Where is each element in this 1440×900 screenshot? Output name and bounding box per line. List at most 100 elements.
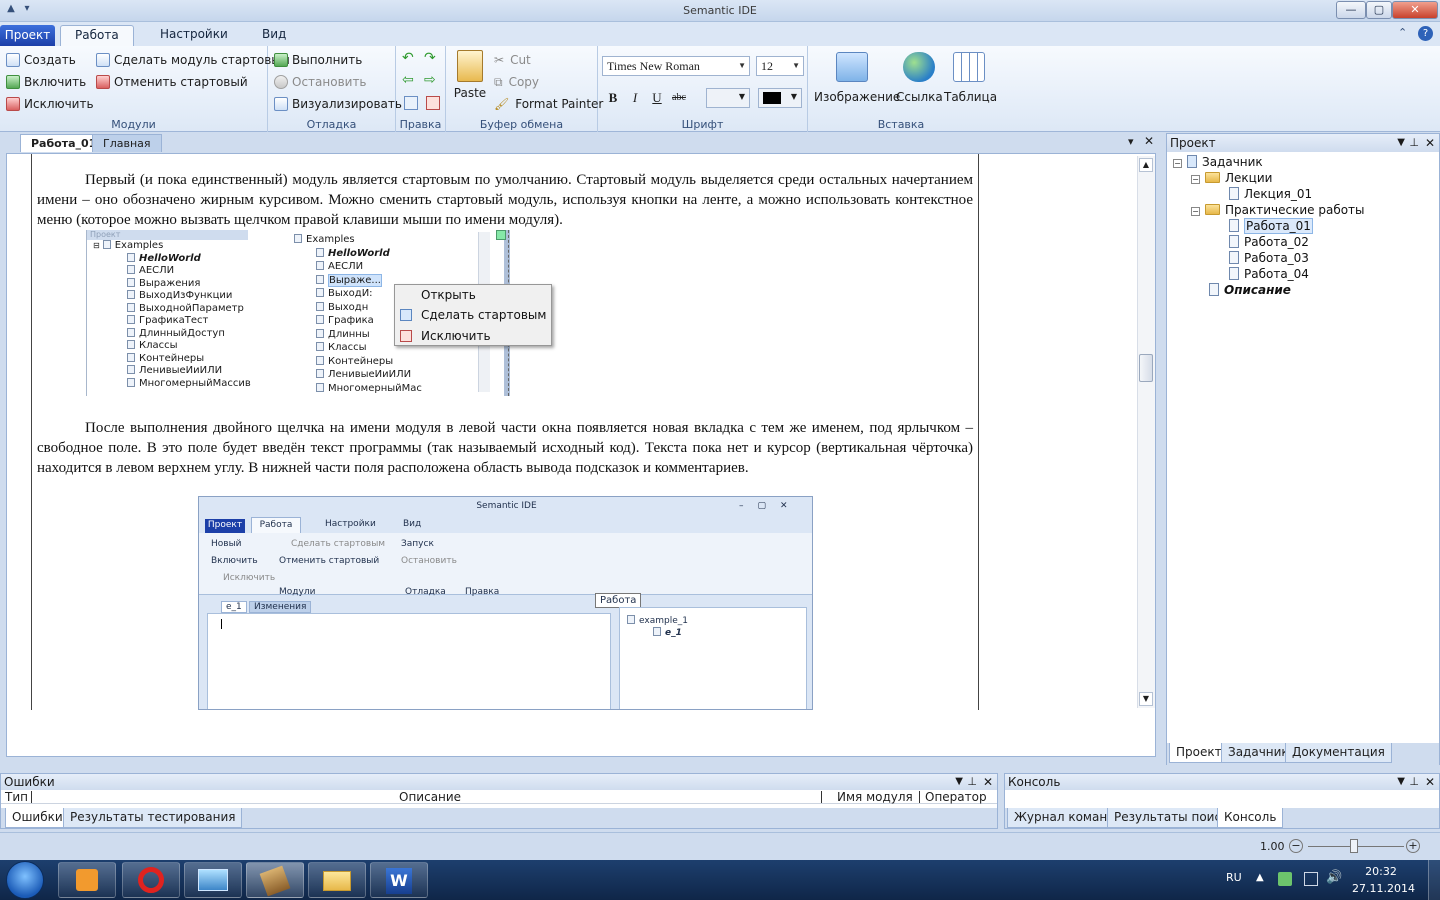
tray-app-icon[interactable] (1278, 872, 1292, 886)
doc-tab-main[interactable]: Главная (92, 134, 162, 152)
exclude-button[interactable]: Исключить (6, 94, 94, 114)
close-button[interactable]: ✕ (1392, 1, 1438, 19)
taskbar: W RU ▲ 🔊 20:32 27.11.2014 (0, 860, 1440, 900)
paste-button[interactable]: Paste (452, 50, 488, 100)
close-panel-icon[interactable]: ✕ (1425, 134, 1435, 152)
clock-date[interactable]: 27.11.2014 (1352, 882, 1415, 895)
pin-icon[interactable]: ⊥ (1409, 134, 1419, 152)
taskbar-semantic-ide[interactable] (246, 862, 304, 898)
pin-icon[interactable]: ⊥ (967, 774, 977, 790)
italic-button[interactable]: I (626, 89, 644, 107)
tab-settings[interactable]: Настройки (146, 25, 242, 46)
stop-button[interactable]: Остановить (274, 72, 367, 92)
format-painter-button[interactable]: 🖌 Format Painter (494, 94, 603, 114)
panel-menu-icon[interactable]: ▼ (1397, 774, 1405, 790)
scroll-down-icon[interactable]: ▼ (1139, 692, 1153, 706)
panel-menu-icon[interactable]: ▼ (955, 774, 963, 790)
font-size-select[interactable]: 12 ▼ (756, 56, 804, 76)
font-color-select[interactable]: ▼ (758, 88, 802, 108)
tree-item-selected[interactable]: Работа_01 (1173, 218, 1439, 234)
tree-item[interactable]: Лекция_01 (1173, 186, 1439, 202)
volume-icon[interactable]: 🔊 (1326, 870, 1342, 885)
language-indicator[interactable]: RU (1226, 871, 1242, 884)
document-editor[interactable]: Первый (и пока единственный) модуль явля… (6, 153, 1156, 757)
collapse-icon[interactable]: − (1191, 207, 1200, 216)
taskbar-opera[interactable] (122, 862, 180, 898)
tab-test-results[interactable]: Результаты тестирования (63, 808, 243, 828)
tree-item[interactable]: Описание (1173, 282, 1439, 298)
taskbar-word[interactable]: W (370, 862, 428, 898)
tree-item[interactable]: − Практические работы (1173, 202, 1439, 218)
close-doc-icon[interactable]: ✕ (1144, 134, 1154, 148)
taskbar-desktop[interactable] (184, 862, 242, 898)
make-startup-button[interactable]: Сделать модуль стартовым (96, 50, 290, 70)
tree-item[interactable]: Работа_02 (1173, 234, 1439, 250)
start-button[interactable] (6, 861, 44, 899)
panel-menu-icon[interactable]: ▼ (1397, 134, 1405, 152)
zoom-level: 1.00 (1260, 840, 1285, 853)
replace-icon[interactable] (426, 96, 440, 110)
strikethrough-button[interactable]: abc (668, 89, 690, 107)
collapse-icon[interactable]: − (1191, 175, 1200, 184)
col-operator[interactable]: Оператор (925, 790, 987, 804)
zoom-in-icon[interactable]: + (1406, 839, 1420, 853)
show-desktop-button[interactable] (1428, 860, 1440, 900)
tab-command-log[interactable]: Журнал команд (1007, 808, 1123, 828)
show-hidden-icons-icon[interactable]: ▲ (1256, 872, 1264, 883)
arrow-right-icon[interactable]: ⇨ (424, 72, 436, 88)
col-type[interactable]: Тип (5, 790, 28, 804)
list-item: Классы (93, 340, 248, 353)
scroll-up-icon[interactable]: ▲ (1139, 158, 1153, 172)
cut-button[interactable]: ✂ Cut (494, 50, 531, 70)
tab-documentation[interactable]: Документация (1285, 743, 1392, 763)
bold-button[interactable]: B (604, 89, 622, 107)
highlight-color-select[interactable]: ▼ (706, 88, 750, 108)
tree-item[interactable]: − Лекции (1173, 170, 1439, 186)
zoom-out-icon[interactable]: − (1289, 839, 1303, 853)
help-icon[interactable]: ? (1418, 26, 1433, 41)
undo-icon[interactable]: ↶ (402, 50, 414, 66)
tree-item[interactable]: Работа_04 (1173, 266, 1439, 282)
cancel-startup-button[interactable]: Отменить стартовый (96, 72, 248, 92)
arrow-left-icon[interactable]: ⇦ (402, 72, 414, 88)
vertical-scrollbar[interactable]: ▲ ▼ (1137, 156, 1155, 708)
close-panel-icon[interactable]: ✕ (983, 774, 993, 790)
network-icon[interactable] (1304, 872, 1318, 886)
col-module[interactable]: Имя модуля (837, 790, 913, 804)
taskbar-explorer[interactable] (308, 862, 366, 898)
close-panel-icon[interactable]: ✕ (1425, 774, 1435, 790)
collapse-icon[interactable]: − (1173, 159, 1182, 168)
tab-menu-icon[interactable]: ▾ (1128, 135, 1134, 148)
run-button[interactable]: Выполнить (274, 50, 362, 70)
tab-work[interactable]: Работа (60, 25, 134, 46)
maximize-button[interactable]: ▢ (1366, 1, 1392, 19)
tab-project[interactable]: Проект (1169, 743, 1229, 763)
tab-console[interactable]: Консоль (1217, 808, 1284, 828)
tab-project[interactable]: Проект (0, 25, 55, 46)
tab-view[interactable]: Вид (248, 25, 300, 46)
find-icon[interactable] (404, 96, 418, 110)
create-button[interactable]: Создать (6, 50, 76, 70)
insert-table-button[interactable]: Таблица (944, 52, 997, 112)
minimize-button[interactable]: — (1336, 1, 1366, 19)
tree-item[interactable]: − Задачник (1173, 154, 1439, 170)
insert-link-button[interactable]: Ссылка (896, 52, 943, 112)
tree-item[interactable]: Работа_03 (1173, 250, 1439, 266)
zoom-slider-thumb[interactable] (1350, 839, 1358, 853)
pin-icon[interactable]: ⊥ (1409, 774, 1419, 790)
scroll-thumb[interactable] (1139, 354, 1153, 382)
taskbar-media-player[interactable] (58, 862, 116, 898)
clock-time[interactable]: 20:32 (1352, 865, 1410, 878)
copy-button[interactable]: ⧉ Copy (494, 72, 539, 92)
visualize-button[interactable]: Визуализировать (274, 94, 402, 114)
insert-image-button[interactable]: Изображение (814, 52, 900, 112)
tab-errors[interactable]: Ошибки (5, 808, 70, 828)
font-family-select[interactable]: Times New Roman ▼ (602, 56, 750, 76)
col-description[interactable]: Описание (399, 790, 461, 804)
include-button[interactable]: Включить (6, 72, 86, 92)
context-menu: Открыть Сделать стартовым Исключить (394, 284, 552, 346)
group-clipboard: Paste ✂ Cut ⧉ Copy 🖌 Format Painter Буфер о… (446, 46, 603, 132)
redo-icon[interactable]: ↷ (424, 50, 436, 66)
underline-button[interactable]: U (648, 89, 666, 107)
collapse-ribbon-icon[interactable]: ⌃ (1398, 26, 1407, 39)
